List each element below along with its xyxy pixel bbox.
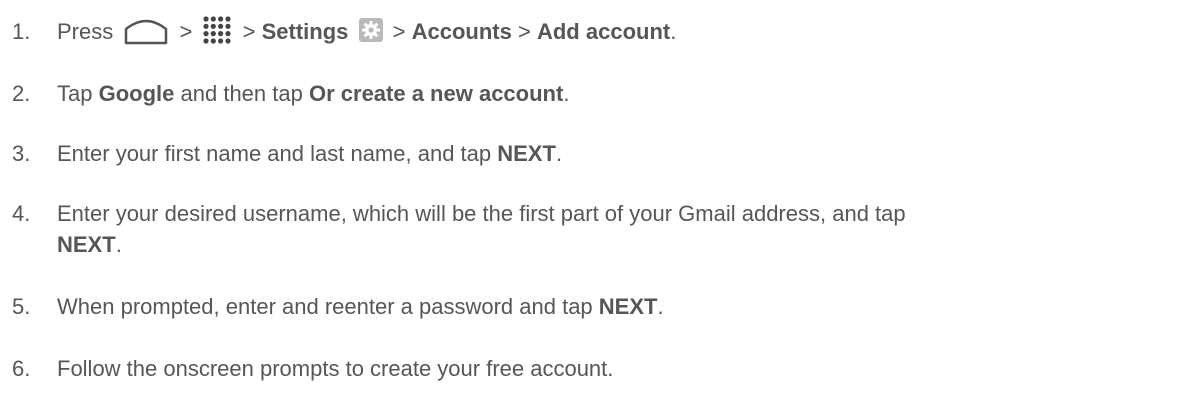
step-text: Enter your desired username, which will … [57, 198, 1187, 260]
google-label: Google [98, 81, 175, 106]
separator: > [518, 19, 531, 44]
instruction-list: 1. Press > > Settings > Accounts > Add a… [0, 0, 1199, 415]
next-label: NEXT [57, 232, 116, 257]
settings-label: Settings [261, 19, 349, 44]
step-text: Follow the onscreen prompts to create yo… [57, 353, 1187, 384]
step-text: When prompted, enter and reenter a passw… [57, 291, 1187, 322]
step-text: Tap Google and then tap Or create a new … [57, 78, 1187, 109]
create-account-label: Or create a new account [308, 81, 564, 106]
text: Tap [57, 81, 93, 106]
step-number: 2. [12, 81, 31, 106]
period: . [563, 81, 570, 106]
apps-icon [202, 15, 232, 45]
period: . [670, 19, 677, 44]
settings-gear-icon [358, 18, 383, 43]
step-number: 6. [12, 356, 31, 381]
separator: > [392, 19, 406, 44]
accounts-label: Accounts [411, 19, 512, 44]
step-number: 5. [12, 294, 31, 319]
step-number: 3. [12, 141, 31, 166]
separator: > [242, 19, 256, 44]
text: Follow the onscreen prompts to create yo… [57, 356, 614, 381]
add-account-label: Add account [536, 19, 671, 44]
period: . [115, 232, 122, 257]
period: . [657, 294, 664, 319]
text: Enter your first name and last name, and… [57, 141, 492, 166]
text: and then tap [180, 81, 303, 106]
period: . [555, 141, 563, 166]
next-label: NEXT [497, 141, 556, 166]
step-verb: Press [57, 19, 114, 44]
step-text: Enter your first name and last name, and… [57, 138, 1187, 169]
text: Enter your desired username, which will … [57, 201, 906, 226]
separator: > [179, 19, 193, 44]
step-number: 1. [12, 19, 31, 44]
next-label: NEXT [598, 294, 658, 319]
step-number: 4. [12, 201, 31, 226]
step-text: Press > > Settings > Accounts > Add acco… [57, 16, 1187, 47]
home-icon [123, 15, 169, 45]
text: When prompted, enter and reenter a passw… [57, 294, 593, 319]
